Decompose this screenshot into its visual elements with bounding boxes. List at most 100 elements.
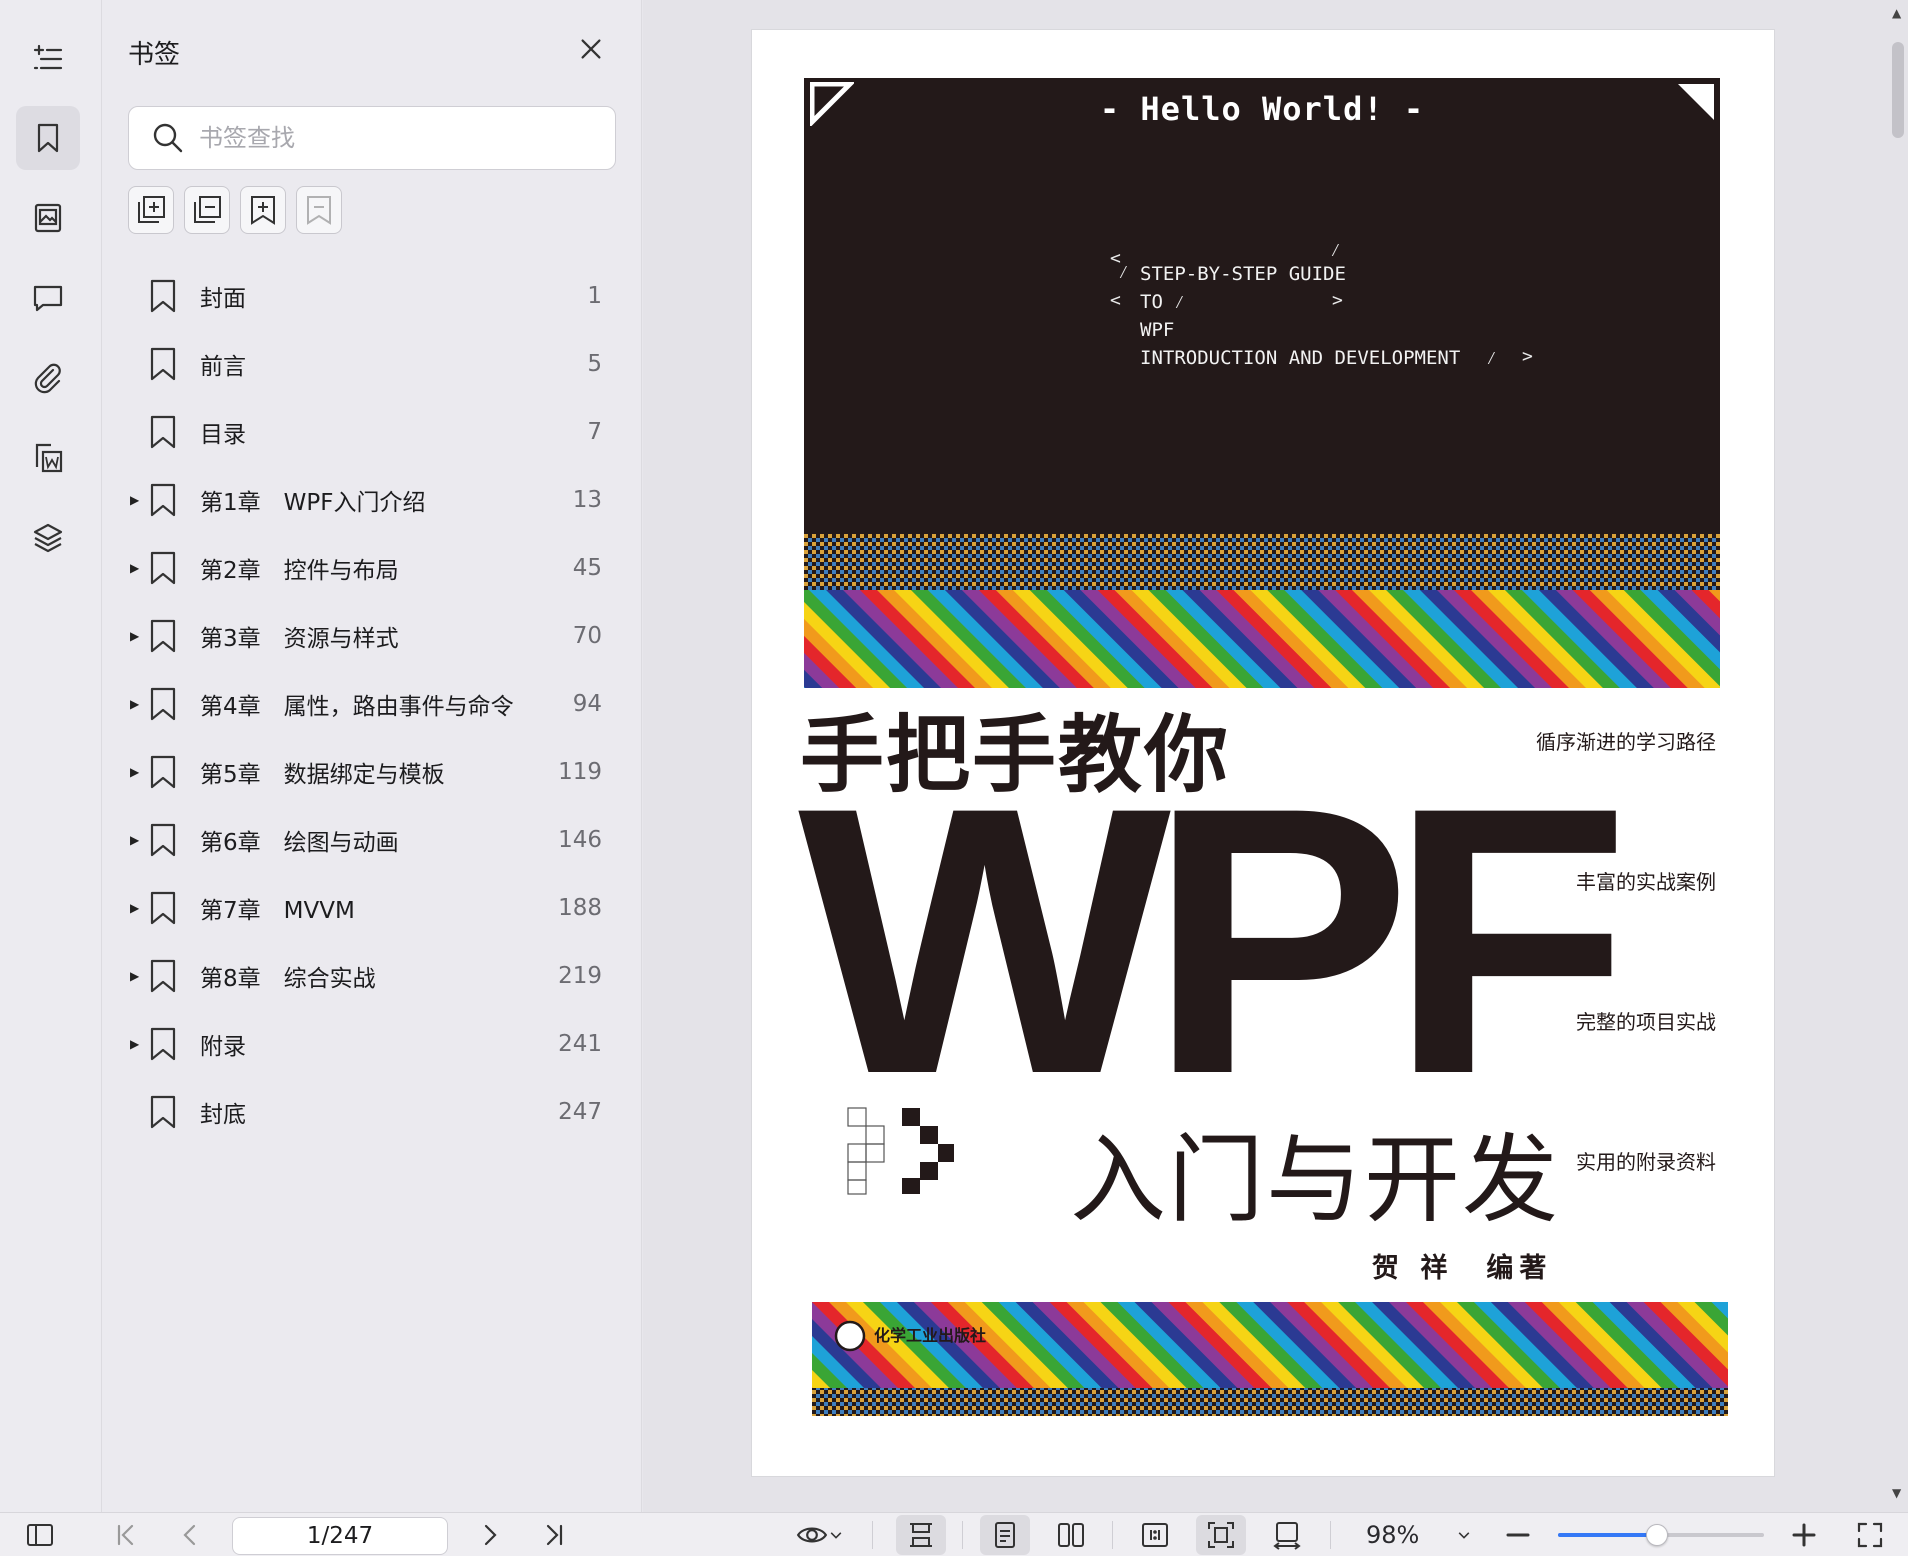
- cover-feature: 完整的项目实战: [1576, 1010, 1716, 1034]
- cover-feature: 丰富的实战案例: [1576, 870, 1716, 894]
- sidebar-rail: [0, 0, 102, 1512]
- bookmark-icon: [150, 415, 176, 449]
- cover-header-block: - Hello World! - < ⁄ < ⁄ > ⁄ ⁄ > STEP-BY…: [804, 78, 1720, 534]
- publisher-logo-icon: [834, 1320, 866, 1352]
- bookmark-item[interactable]: ▶ 附录 241: [102, 1010, 642, 1078]
- expand-arrow-icon[interactable]: ▶: [130, 698, 140, 710]
- zoom-level[interactable]: 98%: [1366, 1521, 1419, 1549]
- bookmark-icon: [150, 279, 176, 313]
- bookmark-item[interactable]: ▶ 第4章 属性，路由事件与命令 94: [102, 670, 642, 738]
- rainbow-footer: 化学工业出版社: [812, 1302, 1728, 1416]
- last-page-icon[interactable]: [536, 1513, 572, 1556]
- expand-arrow-icon[interactable]: ▶: [130, 766, 140, 778]
- bookmark-icon: [150, 347, 176, 381]
- bookmark-item[interactable]: 前言 5: [102, 330, 642, 398]
- comment-icon[interactable]: [16, 266, 80, 330]
- bookmark-label: 第3章 资源与样式: [200, 626, 399, 652]
- next-page-icon[interactable]: [472, 1513, 508, 1556]
- add-sub-bookmark-button[interactable]: [128, 186, 174, 234]
- bookmark-icon: [150, 959, 176, 993]
- vertical-scrollbar[interactable]: ▲ ▼: [1890, 6, 1904, 1506]
- prev-page-icon[interactable]: [172, 1513, 208, 1556]
- bookmark-item[interactable]: ▶ 第3章 资源与样式 70: [102, 602, 642, 670]
- guide-line: TO: [1140, 291, 1163, 313]
- expand-arrow-icon[interactable]: ▶: [130, 562, 140, 574]
- bookmark-icon: [150, 823, 176, 857]
- expand-arrow-icon[interactable]: ▶: [130, 630, 140, 642]
- zoom-in-icon[interactable]: [1786, 1513, 1822, 1556]
- bookmark-search: [128, 106, 616, 170]
- bottom-toolbar: 98%: [0, 1512, 1908, 1556]
- two-page-icon[interactable]: [1046, 1513, 1096, 1556]
- bookmark-item[interactable]: ▶ 第1章 WPF入门介绍 13: [102, 466, 642, 534]
- expand-arrow-icon[interactable]: ▶: [130, 834, 140, 846]
- bookmark-page-number: 45: [572, 555, 602, 581]
- cover-title-main: WPF: [798, 728, 1630, 1153]
- actual-size-icon[interactable]: [1130, 1513, 1180, 1556]
- bookmark-item[interactable]: 目录 7: [102, 398, 642, 466]
- rainbow-band: [804, 534, 1720, 688]
- bookmark-item[interactable]: ▶ 第2章 控件与布局 45: [102, 534, 642, 602]
- bookmark-item[interactable]: ▶ 第7章 MVVM 188: [102, 874, 642, 942]
- scroll-up-icon[interactable]: ▲: [1892, 6, 1901, 20]
- page-number-input[interactable]: [232, 1517, 448, 1555]
- expand-arrow-icon[interactable]: ▶: [130, 1038, 140, 1050]
- cover-feature: 实用的附录资料: [1576, 1150, 1716, 1174]
- bookmark-item[interactable]: 封面 1: [102, 262, 642, 330]
- single-page-icon[interactable]: [980, 1515, 1030, 1555]
- bookmark-page-number: 94: [572, 691, 602, 717]
- expand-arrow-icon[interactable]: ▶: [130, 494, 140, 506]
- bookmark-item[interactable]: ▶ 第6章 绘图与动画 146: [102, 806, 642, 874]
- bookmark-item[interactable]: 封底 247: [102, 1078, 642, 1146]
- bookmark-label: 前言: [200, 354, 246, 380]
- bookmark-label: 第8章 综合实战: [200, 966, 376, 992]
- bookmark-label: 封面: [200, 286, 246, 312]
- outline-icon[interactable]: [16, 26, 80, 90]
- attachment-icon[interactable]: [16, 346, 80, 410]
- layers-icon[interactable]: [16, 506, 80, 570]
- guide-line: INTRODUCTION AND DEVELOPMENT: [1140, 347, 1461, 369]
- zoom-slider-knob[interactable]: [1645, 1524, 1668, 1546]
- continuous-scroll-icon[interactable]: [896, 1515, 946, 1555]
- zoom-slider[interactable]: [1558, 1524, 1764, 1546]
- bookmark-label: 附录: [200, 1034, 246, 1060]
- search-input[interactable]: [199, 124, 599, 152]
- add-sibling-bookmark-icon: [194, 196, 221, 223]
- first-page-icon[interactable]: [108, 1513, 144, 1556]
- bookmark-page-number: 7: [587, 419, 602, 445]
- bookmark-item[interactable]: ▶ 第5章 数据绑定与模板 119: [102, 738, 642, 806]
- expand-arrow-icon[interactable]: ▶: [130, 970, 140, 982]
- bookmark-label: 第4章 属性，路由事件与命令: [200, 694, 514, 720]
- zoom-dropdown-icon[interactable]: [1452, 1513, 1476, 1556]
- bookmark-icon: [150, 1095, 176, 1129]
- close-icon[interactable]: [574, 32, 608, 66]
- add-sibling-bookmark-button[interactable]: [184, 186, 230, 234]
- bookmark-page-number: 70: [572, 623, 602, 649]
- toggle-sidebar-icon[interactable]: [22, 1513, 58, 1556]
- convert-word-icon[interactable]: [16, 426, 80, 490]
- fullscreen-icon[interactable]: [1852, 1513, 1888, 1556]
- pixel-arrow-icon: [847, 1107, 954, 1195]
- bookmark-page-number: 1: [587, 283, 602, 309]
- bookmark-item[interactable]: ▶ 第8章 综合实战 219: [102, 942, 642, 1010]
- panel-title: 书签: [128, 40, 181, 70]
- fit-width-icon[interactable]: [1262, 1513, 1312, 1556]
- cover-author: 贺 祥 编著: [1372, 1253, 1553, 1284]
- remove-bookmark-button[interactable]: [296, 186, 342, 234]
- bookmark-page-number: 219: [558, 963, 602, 989]
- expand-arrow-icon[interactable]: ▶: [130, 902, 140, 914]
- eye-icon: [796, 1527, 828, 1543]
- bookmark-icon: [150, 891, 176, 925]
- bookmark-page-number: 247: [558, 1099, 602, 1125]
- scroll-down-icon[interactable]: ▼: [1892, 1486, 1901, 1500]
- zoom-slider-fill: [1558, 1533, 1657, 1537]
- thumbnail-icon[interactable]: [16, 186, 80, 250]
- bookmark-page-number: 13: [572, 487, 602, 513]
- scrollbar-thumb[interactable]: [1892, 42, 1904, 138]
- read-mode-dropdown[interactable]: [788, 1513, 852, 1556]
- bookmark-label: 封底: [200, 1102, 246, 1128]
- bookmark-icon[interactable]: [16, 106, 80, 170]
- add-bookmark-button[interactable]: [240, 186, 286, 234]
- zoom-out-icon[interactable]: [1500, 1513, 1536, 1556]
- fit-page-icon[interactable]: [1196, 1515, 1246, 1555]
